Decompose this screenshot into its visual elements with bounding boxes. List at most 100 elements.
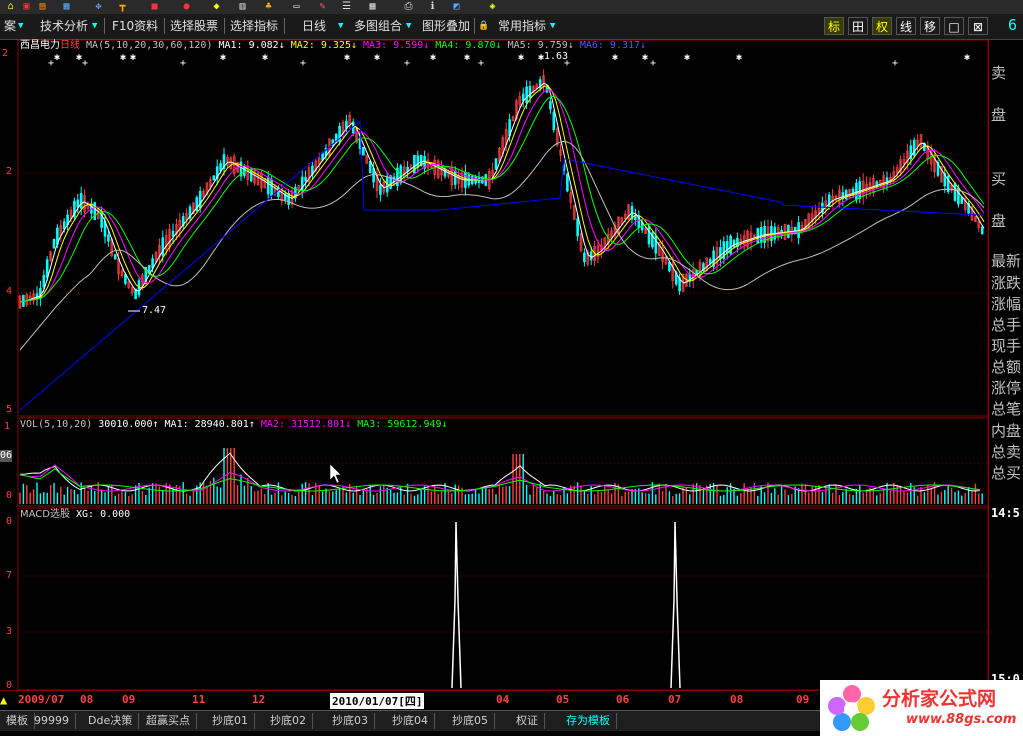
info-icon[interactable]: ℹ — [426, 1, 439, 12]
tab-warrant[interactable]: 权证 — [510, 713, 545, 729]
cursor-icon[interactable]: ┳ — [116, 1, 129, 12]
move-icon[interactable]: ✥ — [92, 1, 105, 12]
candle-body — [552, 112, 556, 130]
macd-xg: XG: 0.000 — [76, 509, 131, 520]
home-icon[interactable]: ⌂ — [4, 1, 17, 12]
menu-select-stock[interactable]: 选择股票 — [166, 17, 222, 35]
candle-body — [494, 158, 498, 170]
candle-body — [62, 221, 66, 230]
time-tick: 05 — [556, 693, 570, 706]
chart-canvas[interactable]: +✱ ✱+✱ ✱+✱ ✱+✱ ✱+✱ ✱+✱ ✱+✱ ✱+✱ ✱+✱ — [0, 40, 988, 690]
tab-bottom-04[interactable]: 抄底04 — [386, 713, 435, 729]
inner-label: 内盘 — [991, 422, 1022, 440]
menu-select-indicator[interactable]: 选择指标 — [226, 17, 282, 35]
chevron-down-icon[interactable]: ▼ — [18, 17, 28, 35]
current-volume-label: 现手 — [991, 337, 1022, 355]
macd-signal-spike — [451, 521, 462, 689]
stock-name: 西昌电力 — [20, 40, 60, 51]
time-tick: 04 — [496, 693, 510, 706]
report-icon[interactable]: ▤ — [36, 1, 49, 12]
ma5-value: MA5: 9.759↓ — [507, 40, 574, 51]
chevron-down-icon[interactable]: ▼ — [550, 17, 560, 35]
tab-bottom-01[interactable]: 抄底01 — [206, 713, 255, 729]
weight-button[interactable]: 权 — [872, 17, 892, 35]
tab-super-buy[interactable]: 超赢买点 — [140, 713, 197, 729]
logo-url: www.88gs.com — [906, 712, 1017, 727]
candle-body — [719, 247, 722, 259]
bell-icon[interactable]: ♣ — [262, 1, 275, 12]
close-button[interactable]: ⊠ — [968, 17, 988, 35]
line-button[interactable]: 线 — [896, 17, 916, 35]
zoom-icon[interactable]: ◩ — [450, 1, 463, 12]
total-amount-label: 总额 — [991, 358, 1022, 376]
tab-dde[interactable]: Dde决策 — [82, 713, 140, 729]
macd-axis-label: 3 — [6, 626, 13, 637]
signal-marker: ✱ — [262, 52, 268, 63]
logo-title: 分析家公式网 — [882, 688, 997, 710]
stop-icon[interactable]: ■ — [148, 1, 161, 12]
tool-icon[interactable]: ▥ — [236, 1, 249, 12]
signal-marker: + — [892, 58, 898, 69]
tab-bottom-03[interactable]: 抄底03 — [326, 713, 375, 729]
signal-marker: + — [180, 58, 186, 69]
menu-multi-chart[interactable]: 多图组合 — [350, 17, 406, 35]
menu-overlay[interactable]: 图形叠加 — [418, 17, 474, 35]
diamond-icon[interactable]: ◆ — [210, 1, 223, 12]
candle-body — [379, 184, 382, 195]
edit-icon[interactable]: ✎ — [316, 1, 329, 12]
tab-bottom-02[interactable]: 抄底02 — [264, 713, 313, 729]
time-tick: 08 — [80, 693, 94, 706]
limit-up-label: 涨停 — [991, 379, 1022, 397]
signal-marker: ✱ — [964, 52, 970, 63]
shift-button[interactable]: 移 — [920, 17, 940, 35]
menu-f10[interactable]: F10资料 — [108, 17, 162, 35]
candle-body — [212, 175, 216, 181]
candle-body — [113, 254, 117, 260]
time-tick: 08 — [730, 693, 744, 706]
frame-button[interactable]: □ — [944, 17, 964, 35]
candle-body — [107, 234, 110, 242]
chart-icon[interactable]: ▦ — [60, 1, 73, 12]
candle-body — [304, 176, 307, 182]
menu-case[interactable]: 案 — [0, 17, 20, 35]
grid-icon[interactable]: ▦ — [366, 1, 379, 12]
print-icon[interactable]: ⎙ — [402, 1, 415, 12]
time-axis: ▲ 2009/07 08 09 11 12 2010/01/07[四] 04 0… — [0, 690, 820, 709]
vol-axis-label: 06 — [0, 450, 13, 462]
candle-body — [52, 238, 56, 249]
grid-button[interactable]: 田 — [848, 17, 868, 35]
signal-marker: ✱ — [518, 52, 524, 63]
change-label: 涨跌 — [991, 274, 1022, 292]
menu-period-day[interactable]: 日线 — [298, 17, 330, 35]
window-icon[interactable]: ▭ — [290, 1, 303, 12]
candle-body — [549, 101, 552, 110]
f10-icon[interactable]: ▣ — [20, 1, 33, 12]
menu-common-indicators[interactable]: 常用指标 — [494, 17, 550, 35]
sell-label: 盘 — [991, 106, 1007, 124]
lock-icon[interactable]: 🔒 — [478, 17, 489, 35]
kline-chart[interactable]: + ✱ ✱ + ✱ ✱ + ✱ ✱ + ✱ ✱ + ✱ ✱ + ✱ ✱ + ✱ ✱ + ✱ ✱ + ✱ 西昌电力日线 MA(5,1… — [0, 40, 988, 691]
tab-bottom-05[interactable]: 抄底05 — [446, 713, 495, 729]
candle-body — [93, 202, 97, 221]
chevron-down-icon[interactable]: ▼ — [338, 17, 348, 35]
time-label: 14:5 — [991, 506, 1020, 520]
tab-99999[interactable]: 99999 — [28, 713, 76, 729]
candle-body — [362, 146, 365, 156]
vol-value: 30010.000↑ — [98, 419, 159, 430]
candle-body — [42, 274, 46, 288]
vol-ma2: MA2: 31512.801↓ — [260, 419, 352, 430]
icon-toolbar: ⌂ ▣ ▤ ▦ ✥ ┳ ■ ● ◆ ▥ ♣ ▭ ✎ ☰ ▦ ⎙ ℹ ◩ ◈ — [0, 0, 1023, 15]
signal-marker: ✱ — [684, 52, 690, 63]
chevron-down-icon[interactable]: ▼ — [92, 17, 102, 35]
signal-marker: + — [82, 58, 88, 69]
buy-label: 盘 — [991, 212, 1007, 230]
mark-button[interactable]: 标 — [824, 17, 844, 35]
tab-save-template[interactable]: 存为模板 — [560, 713, 617, 729]
chevron-down-icon[interactable]: ▼ — [406, 17, 416, 35]
ma2-value: MA2: 9.325↓ — [290, 40, 357, 51]
menu-technical-analysis[interactable]: 技术分析 — [36, 17, 92, 35]
list-icon[interactable]: ☰ — [340, 1, 353, 12]
ma4-value: MA4: 9.870↓ — [435, 40, 502, 51]
color-icon[interactable]: ● — [180, 1, 193, 12]
help-icon[interactable]: ◈ — [486, 1, 499, 12]
